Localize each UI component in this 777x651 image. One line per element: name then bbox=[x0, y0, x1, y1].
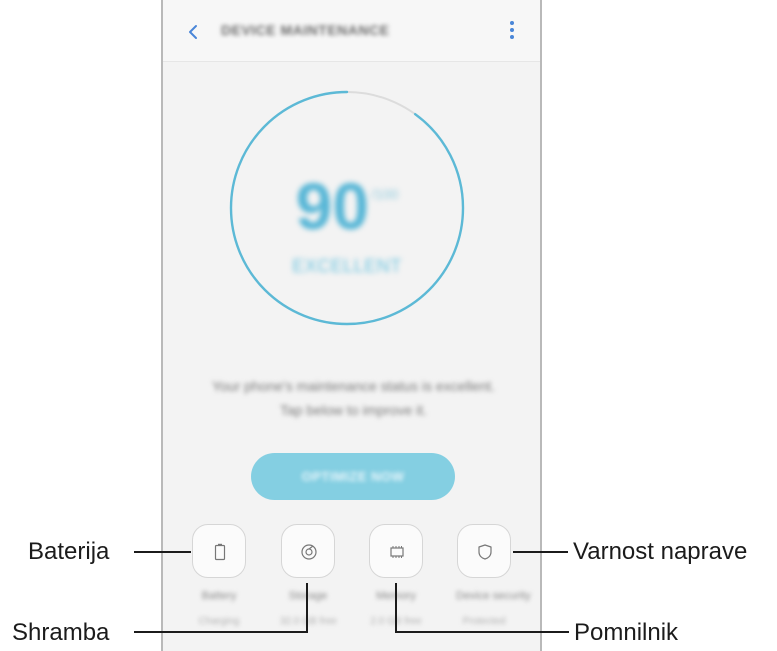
callout-battery: Baterija bbox=[28, 538, 110, 565]
status-label: EXCELLENT bbox=[292, 256, 402, 276]
status-message-line-2: Tap below to improve it. bbox=[279, 402, 428, 418]
callout-line-memory-h bbox=[395, 631, 569, 633]
score-gauge: 90/100 EXCELLENT bbox=[227, 88, 467, 328]
shield-icon bbox=[478, 544, 492, 560]
score-display: 90/100 bbox=[287, 168, 407, 244]
optimize-now-button[interactable]: OPTIMIZE NOW bbox=[251, 453, 455, 500]
battery-icon bbox=[214, 543, 226, 561]
category-value: 32.0 GB free bbox=[280, 616, 337, 627]
memory-icon bbox=[390, 546, 404, 558]
more-options-icon[interactable] bbox=[504, 18, 520, 46]
app-bar: DEVICE MAINTENANCE bbox=[163, 0, 540, 62]
category-battery[interactable]: Battery Charging bbox=[191, 524, 247, 627]
device-maintenance-screen: DEVICE MAINTENANCE 90/100 EXCELLENT Your… bbox=[161, 0, 542, 651]
battery-button[interactable] bbox=[192, 524, 246, 578]
back-icon[interactable] bbox=[181, 18, 205, 46]
category-device-security[interactable]: Device security Protected bbox=[456, 524, 531, 627]
storage-icon bbox=[301, 544, 317, 560]
category-value: Protected bbox=[462, 616, 506, 627]
category-storage[interactable]: Storage 32.0 GB free bbox=[280, 524, 337, 627]
callout-line-device-security bbox=[513, 551, 568, 553]
callout-line-memory-v bbox=[395, 583, 397, 633]
callout-device-security: Varnost naprave bbox=[573, 538, 748, 565]
callout-storage: Shramba bbox=[12, 619, 110, 646]
callout-line-storage-h bbox=[134, 631, 308, 633]
callout-line-battery bbox=[134, 551, 191, 553]
category-label: Storage bbox=[288, 590, 328, 602]
optimize-now-label: OPTIMIZE NOW bbox=[301, 469, 405, 484]
category-label: Battery bbox=[201, 590, 237, 602]
callout-memory: Pomnilnik bbox=[574, 619, 679, 646]
memory-button[interactable] bbox=[369, 524, 423, 578]
status-message: Your phone's maintenance status is excel… bbox=[183, 374, 524, 422]
callout-line-storage-v bbox=[306, 583, 308, 633]
status-message-line-1: Your phone's maintenance status is excel… bbox=[211, 378, 496, 394]
page-title: DEVICE MAINTENANCE bbox=[221, 22, 390, 38]
category-label: Device security bbox=[456, 590, 531, 602]
category-value: Charging bbox=[198, 616, 240, 627]
storage-button[interactable] bbox=[281, 524, 335, 578]
device-security-button[interactable] bbox=[457, 524, 511, 578]
score-max: /100 bbox=[371, 186, 399, 202]
score-value: 90 bbox=[295, 169, 370, 243]
